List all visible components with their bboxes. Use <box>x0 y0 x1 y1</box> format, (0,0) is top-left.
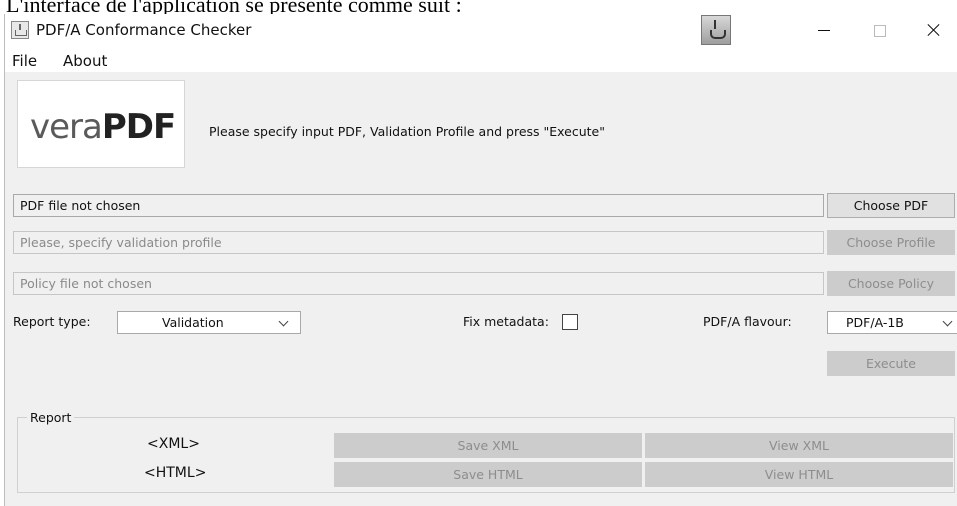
save-html-button[interactable]: Save HTML <box>334 462 642 487</box>
pdfa-flavour-label: PDF/A flavour: <box>703 314 792 329</box>
report-type-label: Report type: <box>13 314 91 329</box>
logo-text-light: vera <box>30 107 103 147</box>
menu-file[interactable]: File <box>12 52 37 70</box>
save-xml-button[interactable]: Save XML <box>334 433 642 458</box>
choose-policy-button[interactable]: Choose Policy <box>827 271 955 296</box>
title-bar: PDF/A Conformance Checker <box>5 14 957 48</box>
verapdf-logo: veraPDF <box>17 80 185 168</box>
logo-text-bold: PDF <box>101 107 176 147</box>
report-type-value: Validation <box>162 315 224 330</box>
view-html-button[interactable]: View HTML <box>645 462 953 487</box>
pdfa-flavour-select[interactable]: PDF/A-1B <box>827 311 957 334</box>
instruction-text: Please specify input PDF, Validation Pro… <box>209 124 606 139</box>
execute-button[interactable]: Execute <box>827 351 955 376</box>
menu-about[interactable]: About <box>63 52 107 70</box>
minimize-icon[interactable] <box>801 14 847 46</box>
policy-file-field[interactable]: Policy file not chosen <box>13 272 824 295</box>
report-xml-label: <XML> <box>147 436 200 452</box>
chevron-down-icon <box>942 316 953 327</box>
report-legend: Report <box>27 410 75 425</box>
java-coffee-cup-icon[interactable] <box>701 15 731 45</box>
choose-pdf-button[interactable]: Choose PDF <box>827 193 955 218</box>
pdf-file-field[interactable]: PDF file not chosen <box>13 194 824 217</box>
window-title: PDF/A Conformance Checker <box>36 21 252 39</box>
fix-metadata-checkbox[interactable] <box>562 314 578 330</box>
report-html-label: <HTML> <box>144 465 207 481</box>
validation-profile-field[interactable]: Please, specify validation profile <box>13 231 824 254</box>
choose-profile-button[interactable]: Choose Profile <box>827 230 955 255</box>
report-type-select[interactable]: Validation <box>117 311 301 334</box>
view-xml-button[interactable]: View XML <box>645 433 953 458</box>
maximize-icon[interactable] <box>857 14 903 46</box>
app-window: PDF/A Conformance Checker File About ver… <box>4 14 957 506</box>
chevron-down-icon <box>278 316 289 327</box>
fix-metadata-label: Fix metadata: <box>463 314 549 329</box>
close-icon[interactable] <box>911 14 957 46</box>
pdfa-flavour-value: PDF/A-1B <box>846 315 904 330</box>
menu-bar: File About <box>5 48 957 72</box>
app-window-icon <box>11 21 29 39</box>
